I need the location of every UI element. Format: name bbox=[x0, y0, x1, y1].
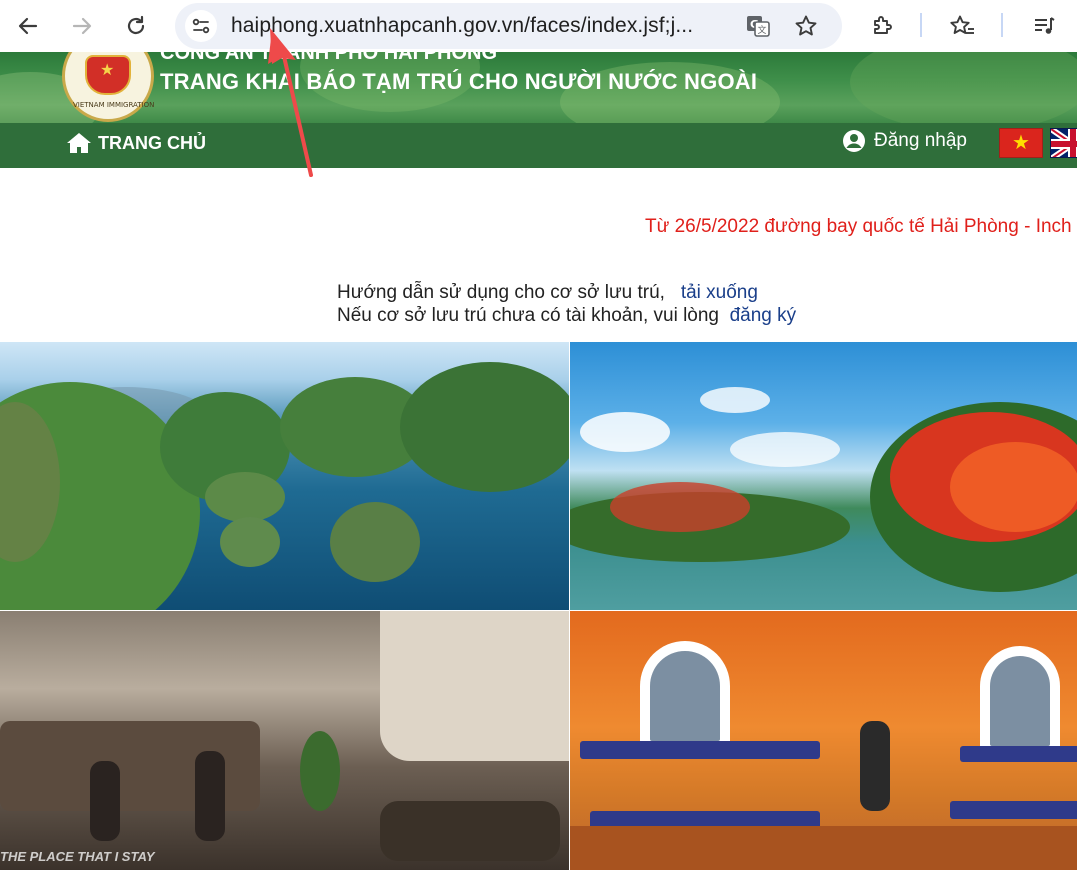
favorites-button[interactable] bbox=[946, 10, 978, 42]
media-queue-button[interactable] bbox=[1028, 10, 1060, 42]
arrow-left-icon bbox=[18, 17, 38, 35]
guide-line-1-text: Hướng dẫn sử dụng cho cơ sở lưu trú, bbox=[337, 282, 665, 303]
login-label: Đăng nhập bbox=[874, 130, 967, 151]
header-top-text: CÔNG AN THÀNH PHỐ HẢI PHÒNG bbox=[160, 52, 498, 64]
translate-button[interactable]: G 文 bbox=[744, 12, 772, 40]
browser-toolbar: haiphong.xuatnhapcanh.gov.vn/faces/index… bbox=[0, 0, 1077, 52]
arrow-right-icon bbox=[72, 17, 92, 35]
guide-line-1: Hướng dẫn sử dụng cho cơ sở lưu trú, tải… bbox=[337, 281, 796, 304]
bookmark-button[interactable] bbox=[792, 12, 820, 40]
address-bar[interactable]: haiphong.xuatnhapcanh.gov.vn/faces/index… bbox=[175, 3, 842, 49]
ha-long-bay-photo bbox=[0, 342, 569, 610]
extensions-button[interactable] bbox=[866, 10, 898, 42]
guide-text: Hướng dẫn sử dụng cho cơ sở lưu trú, tải… bbox=[337, 281, 796, 327]
nav-home-label: TRANG CHỦ bbox=[98, 132, 206, 153]
site-header-banner: ★ VIETNAM IMMIGRATION CÔNG AN THÀNH PHỐ … bbox=[0, 52, 1077, 123]
vietnamese-flag-button[interactable]: ★ bbox=[999, 128, 1043, 158]
vietnam-flag-star-icon: ★ bbox=[1012, 132, 1030, 154]
page-title: TRANG KHAI BÁO TẠM TRÚ CHO NGƯỜI NƯỚC NG… bbox=[160, 69, 758, 94]
login-link[interactable]: Đăng nhập bbox=[842, 129, 967, 153]
emblem-text: VIETNAM IMMIGRATION bbox=[73, 101, 155, 109]
media-queue-icon bbox=[1035, 17, 1055, 34]
guide-line-2: Nếu cơ sở lưu trú chưa có tài khoản, vui… bbox=[337, 304, 796, 327]
toolbar-divider bbox=[1001, 13, 1003, 37]
english-flag-button[interactable] bbox=[1050, 128, 1077, 158]
announcement-marquee: Từ 26/5/2022 đường bay quốc tế Hải Phòng… bbox=[645, 216, 1072, 237]
bookmark-star-icon bbox=[795, 15, 817, 36]
download-link[interactable]: tải xuống bbox=[681, 282, 758, 303]
svg-text:文: 文 bbox=[757, 24, 766, 36]
favorites-icon bbox=[950, 15, 974, 34]
reload-button[interactable] bbox=[120, 10, 152, 42]
url-text[interactable]: haiphong.xuatnhapcanh.gov.vn/faces/index… bbox=[231, 14, 693, 38]
reload-icon bbox=[127, 15, 145, 35]
hotel-lobby-photo: THE PLACE THAT I STAY bbox=[0, 611, 569, 870]
uk-flag-icon bbox=[1051, 129, 1077, 157]
user-icon bbox=[843, 130, 865, 152]
site-info-button[interactable] bbox=[185, 10, 217, 42]
extensions-icon bbox=[874, 16, 892, 34]
photo-watermark: THE PLACE THAT I STAY bbox=[0, 849, 155, 864]
toolbar-divider bbox=[920, 13, 922, 37]
register-link[interactable]: đăng ký bbox=[730, 305, 797, 326]
translate-icon: G 文 bbox=[747, 16, 770, 37]
hai-phong-lake-photo bbox=[570, 342, 1077, 610]
guide-line-2-text: Nếu cơ sở lưu trú chưa có tài khoản, vui… bbox=[337, 305, 719, 326]
back-button[interactable] bbox=[12, 10, 44, 42]
site-navigation: TRANG CHỦ Đăng nhập ★ bbox=[0, 123, 1077, 168]
home-icon bbox=[67, 133, 91, 153]
banner-foliage bbox=[850, 52, 1077, 123]
forward-button[interactable] bbox=[66, 10, 98, 42]
site-info-icon bbox=[192, 18, 210, 34]
hostel-dorm-photo bbox=[570, 611, 1077, 870]
star-icon: ★ bbox=[100, 62, 115, 79]
nav-home-link[interactable]: TRANG CHỦ bbox=[66, 131, 206, 155]
